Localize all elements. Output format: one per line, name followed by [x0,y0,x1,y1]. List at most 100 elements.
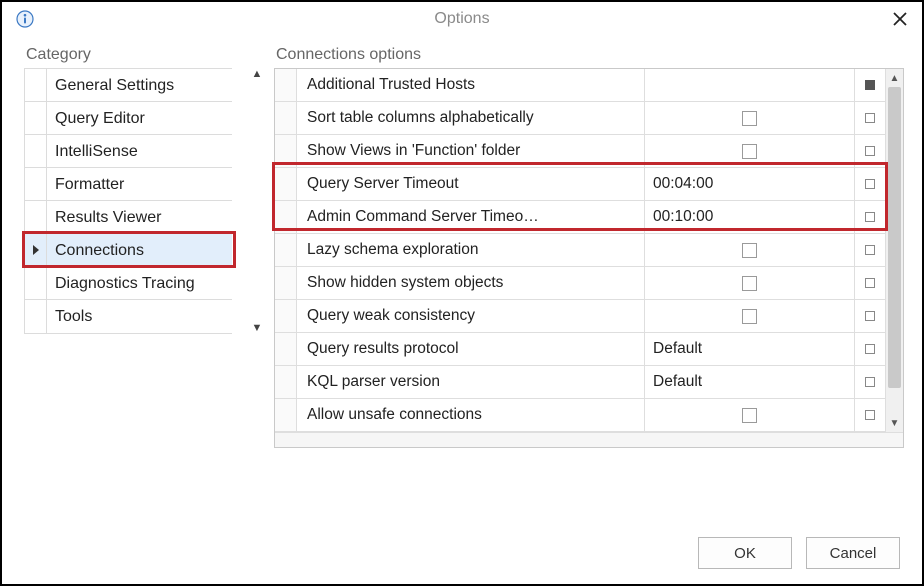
ok-button[interactable]: OK [698,537,792,569]
cancel-button[interactable]: Cancel [806,537,900,569]
row-gutter [275,69,297,101]
checkbox[interactable] [742,408,757,423]
row-gutter [275,300,297,332]
option-row[interactable]: Query results protocolDefault [275,333,885,366]
scrollbar-thumb[interactable] [888,87,901,388]
sidebar-item-label: Formatter [47,168,232,201]
dirty-indicator [855,366,885,398]
option-row[interactable]: Allow unsafe connections [275,399,885,432]
option-value[interactable] [645,69,855,101]
dirty-indicator [855,234,885,266]
category-gutter [25,201,47,233]
option-value[interactable]: Default [645,333,855,365]
row-gutter [275,399,297,431]
scroll-down-icon[interactable]: ▼ [886,414,903,432]
sidebar-item-tools[interactable]: Tools [25,300,232,333]
category-gutter [25,102,47,134]
sidebar-item-label: Connections [47,234,232,267]
dirty-box-icon [865,344,875,354]
dirty-indicator [855,267,885,299]
option-name: Additional Trusted Hosts [297,69,645,101]
option-value[interactable] [645,102,855,134]
info-icon [16,10,34,28]
option-row[interactable]: Additional Trusted Hosts [275,69,885,102]
options-grid: Additional Trusted HostsSort table colum… [274,68,904,448]
dirty-box-icon [865,146,875,156]
category-scrollbar[interactable]: ▲ ▼ [248,68,266,334]
window-title: Options [2,10,922,28]
sidebar-item-results-viewer[interactable]: Results Viewer [25,201,232,234]
dirty-indicator [855,300,885,332]
row-gutter [275,333,297,365]
content-area: Category General SettingsQuery EditorInt… [2,36,922,522]
sidebar-item-label: Query Editor [47,102,232,135]
option-row[interactable]: Lazy schema exploration [275,234,885,267]
checkbox[interactable] [742,144,757,159]
options-scrollbar[interactable]: ▲ ▼ [885,69,903,432]
category-panel: Category General SettingsQuery EditorInt… [24,46,248,522]
option-value[interactable] [645,267,855,299]
option-value[interactable]: 00:10:00 [645,201,855,233]
checkbox[interactable] [742,243,757,258]
row-gutter [275,234,297,266]
option-name: Show Views in 'Function' folder [297,135,645,167]
option-row[interactable]: Admin Command Server Timeo…00:10:00 [275,201,885,234]
sidebar-item-intellisense[interactable]: IntelliSense [25,135,232,168]
options-panel: Connections options Additional Trusted H… [274,46,904,522]
dirty-box-icon [865,245,875,255]
option-row[interactable]: Sort table columns alphabetically [275,102,885,135]
sidebar-item-label: IntelliSense [47,135,232,168]
category-gutter [25,300,47,333]
scroll-up-icon[interactable]: ▲ [886,69,903,87]
option-value[interactable] [645,135,855,167]
options-label: Connections options [274,46,904,64]
close-button[interactable] [886,5,914,33]
scroll-up-icon[interactable]: ▲ [252,68,263,80]
sidebar-item-formatter[interactable]: Formatter [25,168,232,201]
category-gutter [25,168,47,200]
row-gutter [275,366,297,398]
sidebar-item-general-settings[interactable]: General Settings [25,69,232,102]
category-label: Category [24,46,248,64]
category-gutter [25,267,47,299]
row-gutter [275,102,297,134]
option-name: Query weak consistency [297,300,645,332]
checkbox[interactable] [742,111,757,126]
dirty-box-icon [865,212,875,222]
options-dialog: Options Category General SettingsQuery E… [0,0,924,586]
dirty-indicator [855,201,885,233]
option-value[interactable] [645,300,855,332]
option-row[interactable]: Query Server Timeout00:04:00 [275,168,885,201]
category-list[interactable]: General SettingsQuery EditorIntelliSense… [24,68,232,334]
category-gutter [25,135,47,167]
option-name: Admin Command Server Timeo… [297,201,645,233]
option-row[interactable]: Query weak consistency [275,300,885,333]
checkbox[interactable] [742,276,757,291]
row-gutter [275,135,297,167]
option-value[interactable] [645,399,855,431]
sidebar-item-label: Results Viewer [47,201,232,234]
option-value[interactable]: Default [645,366,855,398]
scroll-down-icon[interactable]: ▼ [252,322,263,334]
dirty-indicator [855,135,885,167]
option-name: Allow unsafe connections [297,399,645,431]
sidebar-item-diagnostics-tracing[interactable]: Diagnostics Tracing [25,267,232,300]
options-grid-body[interactable]: Additional Trusted HostsSort table colum… [275,69,885,432]
option-row[interactable]: Show Views in 'Function' folder [275,135,885,168]
dirty-indicator [855,69,885,101]
dirty-box-icon [865,113,875,123]
sidebar-item-label: Diagnostics Tracing [47,267,232,300]
option-name: Query results protocol [297,333,645,365]
caret-right-icon [33,245,39,255]
option-value-text: Default [653,373,702,391]
sidebar-item-label: Tools [47,300,232,333]
dirty-indicator [855,168,885,200]
titlebar: Options [2,2,922,36]
option-row[interactable]: Show hidden system objects [275,267,885,300]
option-value[interactable]: 00:04:00 [645,168,855,200]
checkbox[interactable] [742,309,757,324]
sidebar-item-query-editor[interactable]: Query Editor [25,102,232,135]
sidebar-item-connections[interactable]: Connections [25,234,232,267]
option-value[interactable] [645,234,855,266]
option-row[interactable]: KQL parser versionDefault [275,366,885,399]
